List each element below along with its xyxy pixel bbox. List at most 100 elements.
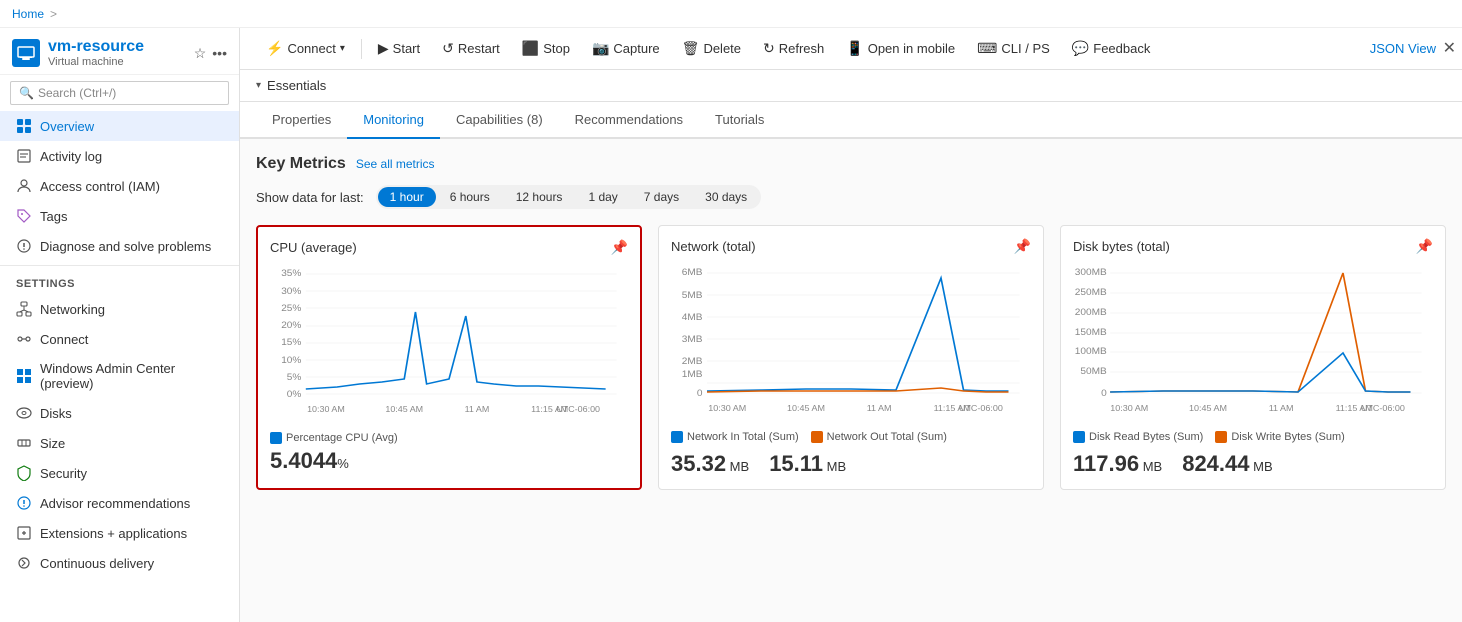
tab-properties[interactable]: Properties: [256, 102, 347, 139]
sidebar-item-networking[interactable]: Networking: [0, 294, 239, 324]
network-in-value: 35.32 MB: [671, 451, 749, 477]
svg-text:0: 0: [1101, 388, 1107, 398]
sidebar-item-extensions[interactable]: Extensions + applications: [0, 518, 239, 548]
favorite-icon[interactable]: ☆: [194, 45, 207, 62]
feedback-icon: 💬: [1072, 40, 1089, 57]
time-pill-7days[interactable]: 7 days: [632, 187, 691, 207]
sidebar-label-size: Size: [40, 436, 65, 451]
tab-capabilities[interactable]: Capabilities (8): [440, 102, 559, 139]
sidebar-item-connect[interactable]: Connect: [0, 324, 239, 354]
sidebar-item-advisor[interactable]: Advisor recommendations: [0, 488, 239, 518]
restart-button[interactable]: ↺ Restart: [432, 36, 510, 61]
disk-pin-icon[interactable]: 📌: [1416, 238, 1433, 255]
vm-type: Virtual machine: [48, 56, 144, 68]
overview-icon: [16, 118, 32, 134]
stop-icon: ⬛: [522, 40, 539, 57]
start-icon: ▶: [378, 40, 389, 57]
svg-text:10%: 10%: [281, 355, 302, 365]
sidebar-label-windows-admin: Windows Admin Center (preview): [40, 361, 223, 391]
restart-icon: ↺: [442, 40, 454, 57]
sidebar-item-overview[interactable]: Overview: [0, 111, 239, 141]
extensions-icon: [16, 525, 32, 541]
refresh-icon: ↻: [763, 40, 775, 57]
network-out-legend: Network Out Total (Sum): [811, 431, 947, 443]
see-all-metrics-link[interactable]: See all metrics: [356, 157, 435, 171]
disk-write-unit: MB: [1250, 459, 1273, 474]
refresh-button[interactable]: ↻ Refresh: [753, 36, 834, 61]
disk-read-unit: MB: [1139, 459, 1162, 474]
svg-text:11 AM: 11 AM: [1269, 403, 1294, 412]
charts-grid: CPU (average) 📌 35% 30% 25% 20% 15%: [256, 225, 1446, 490]
more-icon[interactable]: •••: [212, 45, 227, 62]
cpu-legend: Percentage CPU (Avg): [270, 432, 628, 444]
svg-text:3MB: 3MB: [682, 334, 703, 344]
sidebar-label-extensions: Extensions + applications: [40, 526, 187, 541]
feedback-button[interactable]: 💬 Feedback: [1062, 36, 1161, 61]
sidebar-item-activity-log[interactable]: Activity log: [0, 141, 239, 171]
connect-tb-icon: ⚡: [266, 40, 283, 57]
start-button[interactable]: ▶ Start: [368, 36, 430, 61]
svg-text:150MB: 150MB: [1075, 327, 1107, 337]
sidebar-item-disks[interactable]: Disks: [0, 398, 239, 428]
svg-text:50MB: 50MB: [1080, 366, 1106, 376]
network-out-label: Network Out Total (Sum): [827, 431, 947, 443]
svg-text:UTC-06:00: UTC-06:00: [1361, 403, 1405, 412]
svg-text:10:45 AM: 10:45 AM: [1189, 403, 1227, 412]
delete-button[interactable]: 🗑 Delete: [672, 36, 751, 61]
sidebar-label-continuous-delivery: Continuous delivery: [40, 556, 154, 571]
tab-recommendations[interactable]: Recommendations: [559, 102, 699, 139]
sidebar-item-windows-admin[interactable]: Windows Admin Center (preview): [0, 354, 239, 398]
breadcrumb-home[interactable]: Home: [12, 7, 44, 21]
cli-ps-button[interactable]: ⌨ CLI / PS: [967, 36, 1060, 61]
disk-read-legend: Disk Read Bytes (Sum): [1073, 431, 1203, 443]
svg-text:25%: 25%: [281, 303, 302, 313]
time-pill-1day[interactable]: 1 day: [576, 187, 629, 207]
cpu-pin-icon[interactable]: 📌: [611, 239, 628, 256]
security-icon: [16, 465, 32, 481]
disk-values-row: 117.96 MB 824.44 MB: [1073, 447, 1433, 477]
connect-button[interactable]: ⚡ Connect ▾: [256, 36, 355, 61]
time-pill-1hour[interactable]: 1 hour: [378, 187, 436, 207]
essentials-header[interactable]: ▾ Essentials: [256, 78, 1446, 93]
json-view-button[interactable]: JSON View: [1360, 37, 1446, 60]
svg-text:UTC-06:00: UTC-06:00: [959, 403, 1003, 412]
content-area: ⚡ Connect ▾ ▶ Start ↺ Restart ⬛ Stop: [240, 28, 1462, 622]
sidebar-item-security[interactable]: Security: [0, 458, 239, 488]
diagnose-icon: [16, 238, 32, 254]
open-mobile-button[interactable]: 📱 Open in mobile: [836, 36, 965, 61]
activity-log-icon: [16, 148, 32, 164]
cli-icon: ⌨: [977, 40, 997, 57]
sidebar-item-iam[interactable]: Access control (IAM): [0, 171, 239, 201]
time-pill-6hours[interactable]: 6 hours: [438, 187, 502, 207]
cpu-legend-dot: [270, 432, 282, 444]
monitoring-content: Key Metrics See all metrics Show data fo…: [240, 139, 1462, 506]
capture-button[interactable]: 📷 Capture: [582, 36, 670, 61]
tab-monitoring[interactable]: Monitoring: [347, 102, 440, 139]
network-pin-icon[interactable]: 📌: [1014, 238, 1031, 255]
cpu-unit: %: [337, 456, 349, 471]
disk-write-label: Disk Write Bytes (Sum): [1231, 431, 1344, 443]
stop-button[interactable]: ⬛ Stop: [512, 36, 580, 61]
svg-text:10:45 AM: 10:45 AM: [787, 403, 825, 412]
time-pill-30days[interactable]: 30 days: [693, 187, 759, 207]
settings-section-title: Settings: [0, 270, 239, 294]
network-out-unit: MB: [823, 459, 846, 474]
sidebar-item-size[interactable]: Size: [0, 428, 239, 458]
disk-chart-title: Disk bytes (total): [1073, 239, 1170, 254]
search-icon: 🔍: [19, 86, 34, 100]
search-input[interactable]: 🔍 Search (Ctrl+/): [10, 81, 229, 105]
disk-chart-area: 300MB 250MB 200MB 150MB 100MB 50MB 0: [1073, 263, 1433, 423]
sidebar-item-tags[interactable]: Tags: [0, 201, 239, 231]
network-chart-area: 6MB 5MB 4MB 3MB 2MB 1MB 0: [671, 263, 1031, 423]
sidebar-item-diagnose[interactable]: Diagnose and solve problems: [0, 231, 239, 261]
cpu-chart-svg: 35% 30% 25% 20% 15% 10% 5% 0%: [270, 264, 628, 424]
sidebar-label-activity-log: Activity log: [40, 149, 102, 164]
tab-tutorials[interactable]: Tutorials: [699, 102, 780, 139]
sidebar-header: vm-resource Virtual machine ☆ ••• ✕: [0, 28, 239, 75]
advisor-icon: [16, 495, 32, 511]
sidebar-item-continuous-delivery[interactable]: Continuous delivery: [0, 548, 239, 578]
delivery-icon: [16, 555, 32, 571]
disk-legend: Disk Read Bytes (Sum) Disk Write Bytes (…: [1073, 431, 1433, 443]
sidebar-label-advisor: Advisor recommendations: [40, 496, 190, 511]
time-pill-12hours[interactable]: 12 hours: [504, 187, 575, 207]
